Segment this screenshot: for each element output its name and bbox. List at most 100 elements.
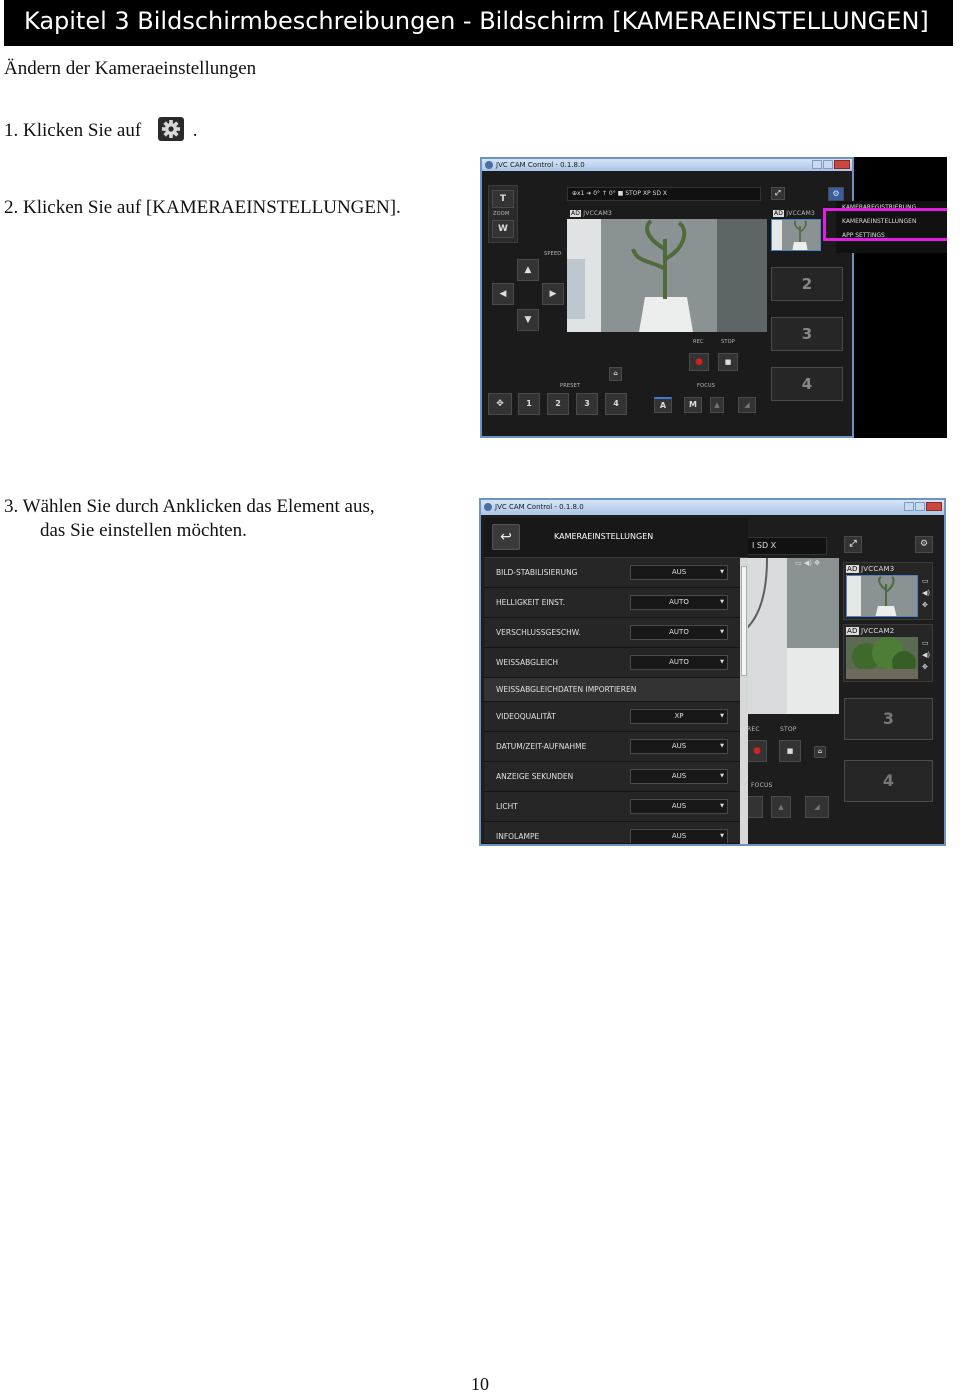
- chevron-down-icon: ▼: [720, 659, 724, 665]
- side-camera-preview[interactable]: [771, 219, 821, 251]
- preset-label: PRESET: [560, 383, 581, 389]
- setting-row-datum-zeit-aufnahme[interactable]: DATUM/ZEIT-AUFNAHME AUS ▼: [484, 732, 740, 762]
- window-title: JVC CAM Control - 0.1.8.0: [495, 503, 584, 511]
- setting-select[interactable]: AUS ▼: [630, 739, 728, 754]
- pan-down-button[interactable]: ▼: [517, 309, 539, 331]
- setting-row-infolampe[interactable]: INFOLAMPE AUS ▼: [484, 822, 740, 844]
- maximize-button[interactable]: [915, 502, 925, 511]
- setting-select[interactable]: AUS ▼: [630, 829, 728, 843]
- side-camera-1[interactable]: AD JVCCAM3 ▭ ◀) ✥: [843, 562, 933, 620]
- rec-label: REC: [693, 339, 704, 345]
- zoom-label: ZOOM: [493, 211, 510, 217]
- zoom-tele-button[interactable]: T: [492, 190, 514, 208]
- scrollbar-thumb[interactable]: [741, 566, 747, 676]
- focus-manual-button[interactable]: M: [684, 397, 702, 413]
- chapter-title: Kapitel 3 Bildschirmbeschreibungen - Bil…: [24, 7, 929, 35]
- fullscreen-button[interactable]: ⤢: [771, 187, 785, 200]
- step-1-text: 1. Klicken Sie auf: [4, 120, 142, 141]
- settings-gear-button[interactable]: ⚙: [915, 536, 933, 553]
- side-camera-2[interactable]: AD JVCCAM2 ▭ ◀) ✥: [843, 624, 933, 682]
- preset-button-3[interactable]: 3: [576, 393, 598, 415]
- close-button[interactable]: [926, 502, 942, 511]
- setting-row-helligkeit[interactable]: HELLIGKEIT EINST. AUTO ▼: [484, 588, 740, 618]
- setting-row-anzeige-sekunden[interactable]: ANZEIGE SEKUNDEN AUS ▼: [484, 762, 740, 792]
- window-titlebar: JVC CAM Control - 0.1.8.0: [482, 159, 852, 171]
- settings-scrollbar[interactable]: [740, 558, 748, 844]
- chevron-down-icon: ▼: [720, 833, 724, 839]
- focus-far-icon[interactable]: ◢: [805, 796, 829, 818]
- fullscreen-button[interactable]: ⤢: [844, 536, 862, 553]
- setting-select[interactable]: AUTO ▼: [630, 595, 728, 610]
- focus-near-icon[interactable]: ▲: [771, 796, 791, 818]
- pan-up-button[interactable]: ▲: [517, 259, 539, 281]
- setting-row-verschlussgeschw[interactable]: VERSCHLUSSGESCHW. AUTO ▼: [484, 618, 740, 648]
- window-controls: [904, 502, 942, 511]
- preset-button-4[interactable]: 4: [605, 393, 627, 415]
- minimize-button[interactable]: [812, 160, 822, 169]
- side-camera-1-preview: [846, 575, 918, 617]
- pan-left-button[interactable]: ◀: [492, 283, 514, 305]
- setting-select[interactable]: AUTO ▼: [630, 625, 728, 640]
- setting-select[interactable]: AUS ▼: [630, 799, 728, 814]
- camera-slot-3[interactable]: 3: [844, 698, 933, 740]
- minimize-button[interactable]: [904, 502, 914, 511]
- step-1-period: .: [192, 120, 198, 141]
- pan-right-button[interactable]: ▶: [542, 283, 564, 305]
- camera-slot-3[interactable]: 3: [771, 317, 843, 351]
- stop-button[interactable]: ■: [779, 740, 801, 762]
- camera-slot-4[interactable]: 4: [844, 760, 933, 802]
- main-video-feed[interactable]: [567, 219, 767, 332]
- app-window: JVC CAM Control - 0.1.8.0 T ZOOM W SPEED…: [480, 157, 854, 438]
- setting-select[interactable]: AUTO ▼: [630, 655, 728, 670]
- window-controls: [812, 160, 850, 169]
- chevron-down-icon: ▼: [720, 629, 724, 635]
- focus-auto-button[interactable]: A: [654, 397, 672, 413]
- camera-slot-2[interactable]: 2: [771, 267, 843, 301]
- camera-status-bar: I SD X: [747, 537, 827, 555]
- focus-near-icon[interactable]: ▲: [710, 397, 724, 413]
- back-button[interactable]: ↩: [492, 524, 520, 550]
- settings-gear-button[interactable]: ⚙: [828, 187, 844, 201]
- main-video-feed[interactable]: [747, 558, 839, 714]
- setting-row-licht[interactable]: LICHT AUS ▼: [484, 792, 740, 822]
- zoom-wide-button[interactable]: W: [492, 220, 514, 238]
- preset-save-icon[interactable]: ⌂: [609, 367, 622, 381]
- section-subtitle: Ändern der Kameraeinstellungen: [4, 58, 257, 79]
- screenshot-camera-menu: JVC CAM Control - 0.1.8.0 T ZOOM W SPEED…: [480, 157, 947, 438]
- setting-select[interactable]: AUS ▼: [630, 565, 728, 580]
- setting-row-weissabgleich[interactable]: WEISSABGLEICH AUTO ▼: [484, 648, 740, 678]
- highlight-frame: [823, 208, 947, 241]
- setting-select[interactable]: AUS ▼: [630, 769, 728, 784]
- chevron-down-icon: ▼: [720, 599, 724, 605]
- preset-button-2[interactable]: 2: [547, 393, 569, 415]
- preset-save-icon[interactable]: ⌂: [814, 746, 826, 758]
- maximize-button[interactable]: [823, 160, 833, 169]
- stop-button[interactable]: ■: [718, 353, 738, 371]
- chevron-down-icon: ▼: [720, 803, 724, 809]
- side-camera-2-preview: [846, 637, 918, 679]
- chevron-down-icon: ▼: [720, 713, 724, 719]
- rec-label: REC: [747, 726, 760, 733]
- settings-header: ↩ KAMERAEINSTELLUNGEN: [484, 518, 748, 558]
- focus-manual-button[interactable]: [747, 796, 763, 818]
- page-number: 10: [471, 1374, 489, 1394]
- side-camera-1-label: AD JVCCAM3: [846, 565, 895, 573]
- step-2: 2. Klicken Sie auf [KAMERAEINSTELLUNGEN]…: [4, 197, 401, 218]
- preset-button-1[interactable]: 1: [518, 393, 540, 415]
- step-3-line-2: das Sie einstellen möchten.: [40, 520, 247, 541]
- side-camera-1-icons: ▭ ◀) ✥: [922, 577, 931, 609]
- home-position-button[interactable]: ✥: [488, 393, 512, 415]
- zoom-panel: T ZOOM W: [488, 185, 518, 243]
- focus-far-icon[interactable]: ◢: [738, 397, 756, 413]
- setting-row-bild-stabilisierung[interactable]: BILD-STABILISIERUNG AUS ▼: [484, 558, 740, 588]
- side-camera-label: AD JVCCAM3: [773, 210, 815, 217]
- setting-row-weissabgleichdaten-importieren[interactable]: WEISSABGLEICHDATEN IMPORTIEREN: [484, 678, 740, 702]
- setting-row-videoqualitaet[interactable]: VIDEOQUALITÄT XP ▼: [484, 702, 740, 732]
- camera-slot-4[interactable]: 4: [771, 367, 843, 401]
- main-camera-label: AD JVCCAM3: [570, 210, 612, 217]
- setting-select[interactable]: XP ▼: [630, 709, 728, 724]
- close-button[interactable]: [834, 160, 850, 169]
- record-button[interactable]: ●: [689, 353, 709, 371]
- chevron-down-icon: ▼: [720, 743, 724, 749]
- record-button[interactable]: ●: [747, 740, 767, 762]
